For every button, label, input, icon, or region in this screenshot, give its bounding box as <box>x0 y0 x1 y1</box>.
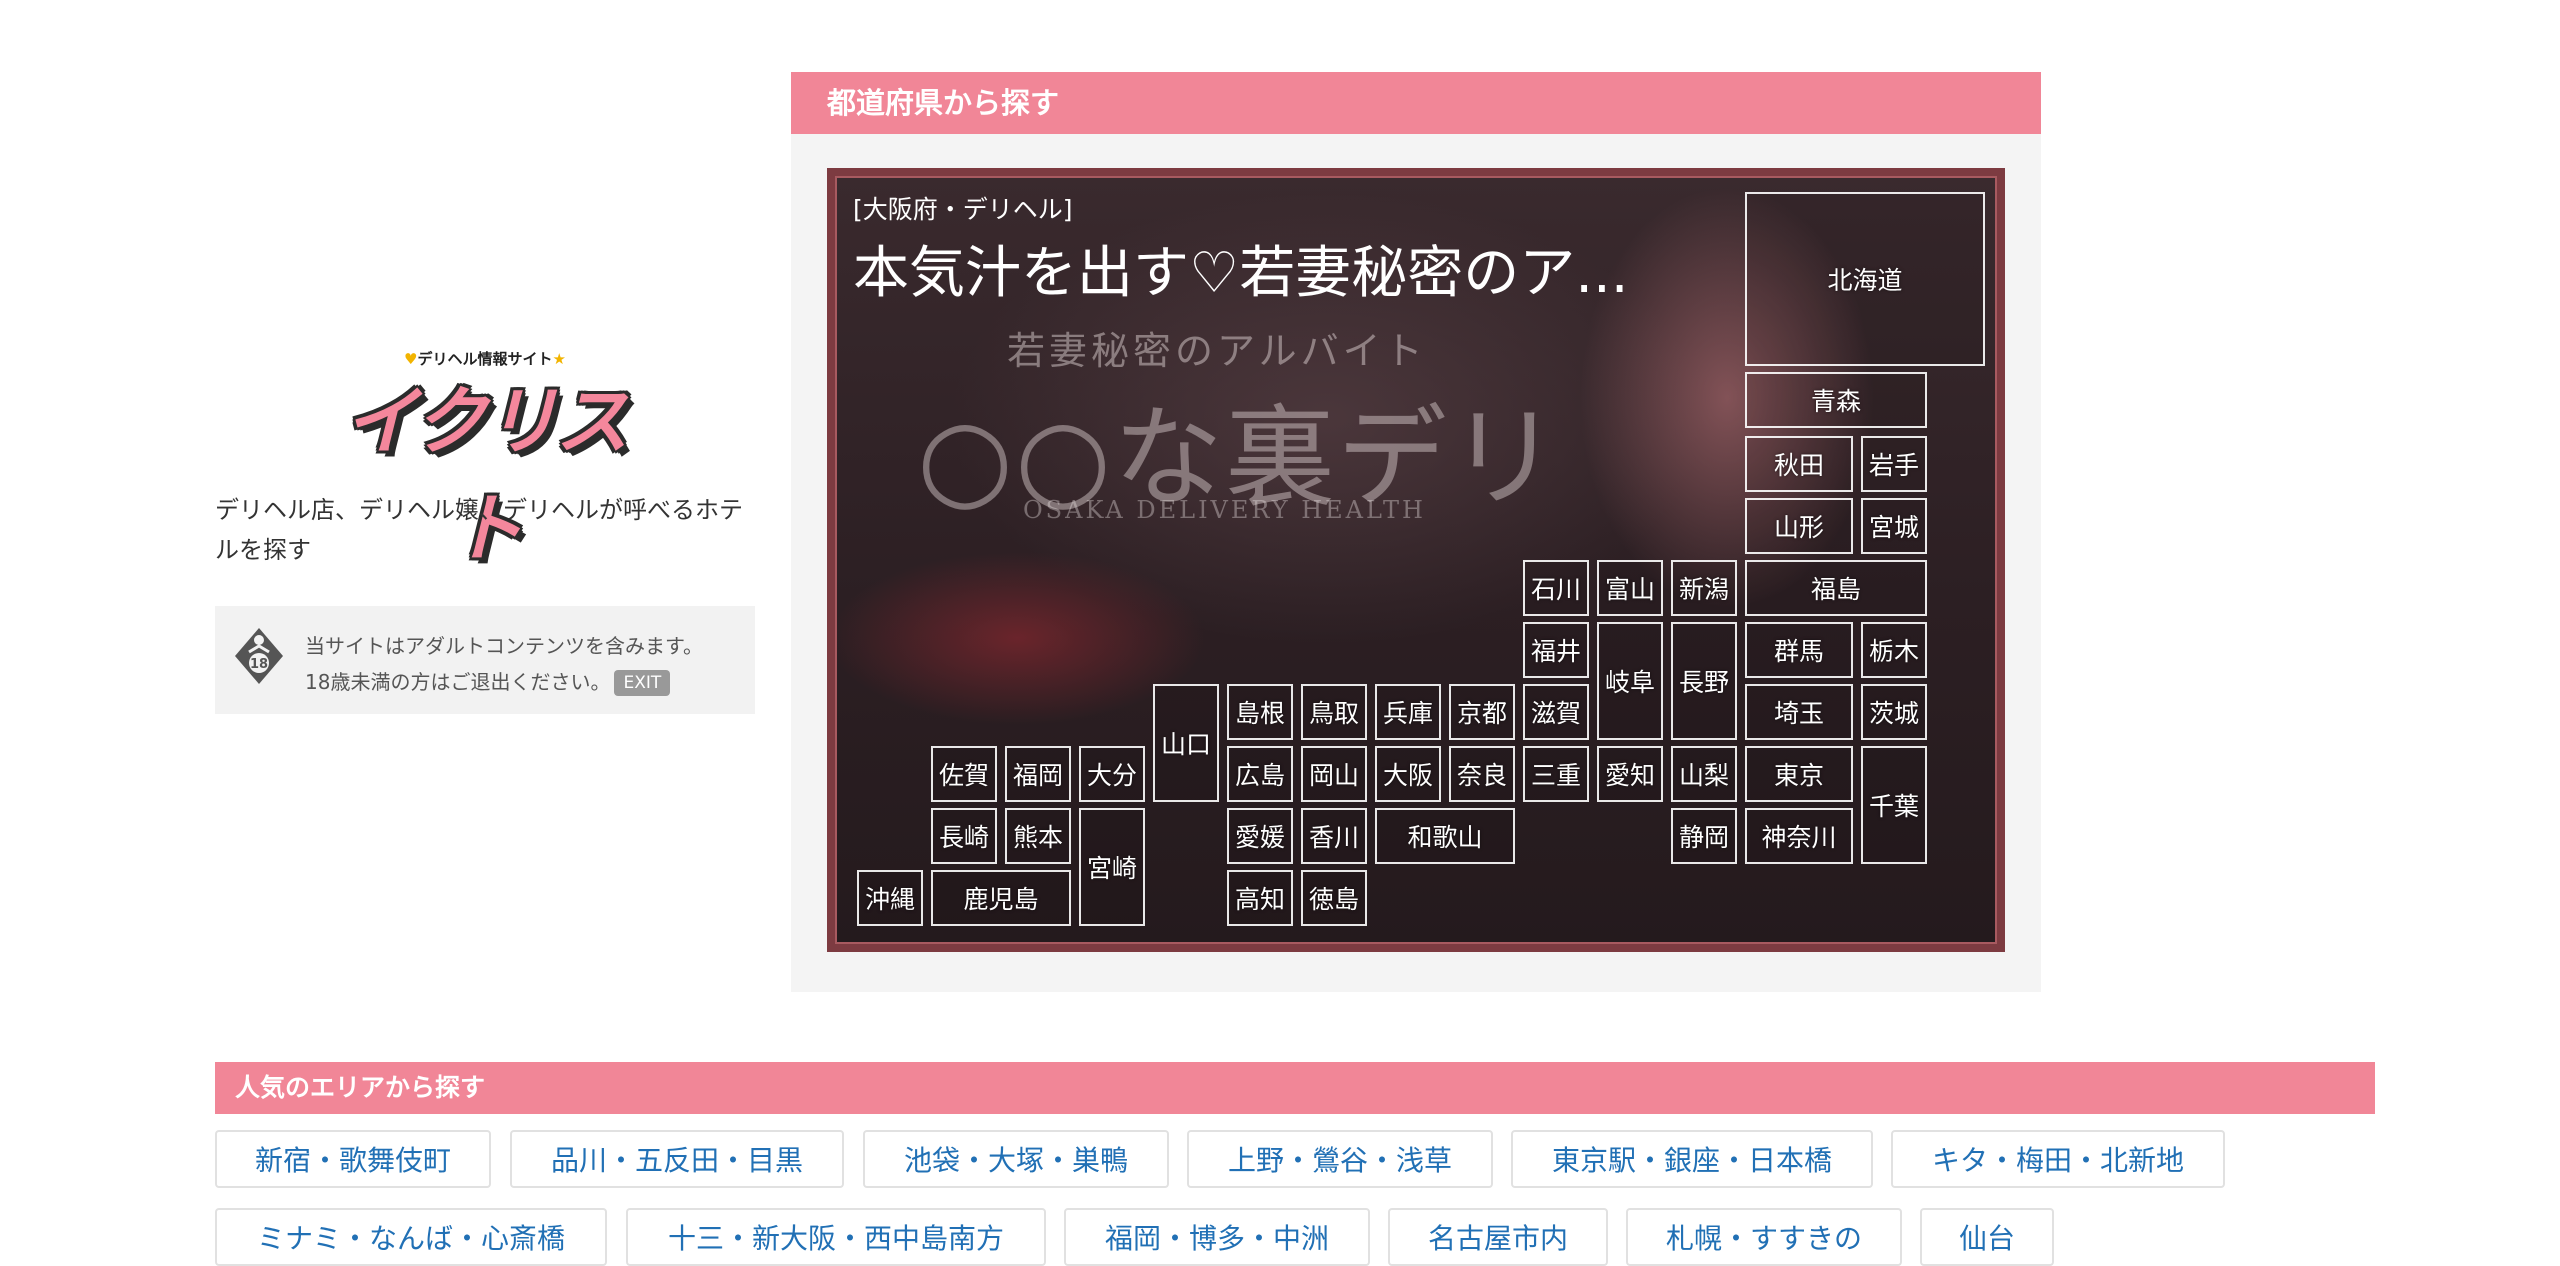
site-logo[interactable]: ♥デリヘル情報サイト★ イクリスト <box>324 348 646 572</box>
prefecture-search-panel: 都道府県から探す 若妻秘密のアルバイト ○○な裏デリ OSAKA DELIVER… <box>791 72 2041 992</box>
pref-shiga[interactable]: 滋賀 <box>1523 684 1589 740</box>
pref-hyogo[interactable]: 兵庫 <box>1375 684 1441 740</box>
area-button-ueno[interactable]: 上野・鶯谷・浅草 <box>1187 1130 1493 1188</box>
pref-iwate[interactable]: 岩手 <box>1861 436 1927 492</box>
area-button-shinjuku[interactable]: 新宿・歌舞伎町 <box>215 1130 491 1188</box>
area-button-juso[interactable]: 十三・新大阪・西中島南方 <box>626 1208 1046 1266</box>
japan-prefecture-map: 若妻秘密のアルバイト ○○な裏デリ OSAKA DELIVERY HEALTH … <box>827 168 2005 952</box>
pref-nagasaki[interactable]: 長崎 <box>931 808 997 864</box>
pref-fukuoka[interactable]: 福岡 <box>1005 746 1071 802</box>
adult-notice-text: 当サイトはアダルトコンテンツを含みます。 18歳未満の方はご退出ください。 EXI… <box>305 628 703 700</box>
pref-aichi[interactable]: 愛知 <box>1597 746 1663 802</box>
pref-toyama[interactable]: 富山 <box>1597 560 1663 616</box>
pref-akita[interactable]: 秋田 <box>1745 436 1853 492</box>
pref-saga[interactable]: 佐賀 <box>931 746 997 802</box>
pref-aomori[interactable]: 青森 <box>1745 372 1927 428</box>
pref-mie[interactable]: 三重 <box>1523 746 1589 802</box>
featured-shop-title[interactable]: 本気汁を出す♡若妻秘密のア... <box>853 228 1629 309</box>
pref-miyazaki[interactable]: 宮崎 <box>1079 808 1145 926</box>
pref-gunma[interactable]: 群馬 <box>1745 622 1853 678</box>
pref-kochi[interactable]: 高知 <box>1227 870 1293 926</box>
pref-tokushima[interactable]: 徳島 <box>1301 870 1367 926</box>
pref-shimane[interactable]: 島根 <box>1227 684 1293 740</box>
prefecture-section-title: 都道府県から探す <box>791 72 2041 134</box>
pref-kagoshima[interactable]: 鹿児島 <box>931 870 1071 926</box>
pref-gifu[interactable]: 岐阜 <box>1597 622 1663 740</box>
pref-osaka[interactable]: 大阪 <box>1375 746 1441 802</box>
pref-kyoto[interactable]: 京都 <box>1449 684 1515 740</box>
pref-shizuoka[interactable]: 静岡 <box>1671 808 1737 864</box>
pref-niigata[interactable]: 新潟 <box>1671 560 1737 616</box>
adult-notice-line1: 当サイトはアダルトコンテンツを含みます。 <box>305 634 703 658</box>
pref-okinawa[interactable]: 沖縄 <box>857 870 923 926</box>
adult-content-notice: 18 当サイトはアダルトコンテンツを含みます。 18歳未満の方はご退出ください。… <box>215 606 755 714</box>
pref-ehime[interactable]: 愛媛 <box>1227 808 1293 864</box>
pref-wakayama[interactable]: 和歌山 <box>1375 808 1515 864</box>
pref-fukui[interactable]: 福井 <box>1523 622 1589 678</box>
area-button-nagoya[interactable]: 名古屋市内 <box>1388 1208 1608 1266</box>
pref-miyagi[interactable]: 宮城 <box>1861 498 1927 554</box>
pref-nara[interactable]: 奈良 <box>1449 746 1515 802</box>
pref-tokyo[interactable]: 東京 <box>1745 746 1853 802</box>
adult-notice-line2: 18歳未満の方はご退出ください。 EXIT <box>305 664 703 700</box>
pref-nagano[interactable]: 長野 <box>1671 622 1737 740</box>
pref-kanagawa[interactable]: 神奈川 <box>1745 808 1853 864</box>
pref-ibaraki[interactable]: 茨城 <box>1861 684 1927 740</box>
area-button-fukuoka-hakata[interactable]: 福岡・博多・中洲 <box>1064 1208 1370 1266</box>
pref-ishikawa[interactable]: 石川 <box>1523 560 1589 616</box>
pref-yamagata[interactable]: 山形 <box>1745 498 1853 554</box>
banner-image-text: 若妻秘密のアルバイト <box>1007 329 1427 373</box>
age-18-restriction-icon: 18 <box>235 628 283 684</box>
pref-kagawa[interactable]: 香川 <box>1301 808 1367 864</box>
area-button-sendai[interactable]: 仙台 <box>1920 1208 2054 1266</box>
pref-okayama[interactable]: 岡山 <box>1301 746 1367 802</box>
banner-image-subtext: OSAKA DELIVERY HEALTH <box>1023 496 1426 524</box>
pref-yamanashi[interactable]: 山梨 <box>1671 746 1737 802</box>
pref-hiroshima[interactable]: 広島 <box>1227 746 1293 802</box>
area-button-ikebukuro[interactable]: 池袋・大塚・巣鴨 <box>863 1130 1169 1188</box>
pref-fukushima[interactable]: 福島 <box>1745 560 1927 616</box>
pref-hokkaido[interactable]: 北海道 <box>1745 192 1985 366</box>
pref-tottori[interactable]: 鳥取 <box>1301 684 1367 740</box>
area-button-sapporo[interactable]: 札幌・すすきの <box>1626 1208 1902 1266</box>
pref-tochigi[interactable]: 栃木 <box>1861 622 1927 678</box>
site-description: デリヘル店、デリヘル嬢、デリヘルが呼べるホテルを探す <box>215 496 743 564</box>
pref-saitama[interactable]: 埼玉 <box>1745 684 1853 740</box>
pref-oita[interactable]: 大分 <box>1079 746 1145 802</box>
area-button-tokyo-station[interactable]: 東京駅・銀座・日本橋 <box>1511 1130 1873 1188</box>
featured-shop-category[interactable]: [大阪府・デリヘル] <box>853 190 1073 226</box>
exit-button[interactable]: EXIT <box>614 670 671 696</box>
area-button-shinagawa[interactable]: 品川・五反田・目黒 <box>510 1130 844 1188</box>
pref-yamaguchi[interactable]: 山口 <box>1153 684 1219 802</box>
area-button-kita-umeda[interactable]: キタ・梅田・北新地 <box>1891 1130 2225 1188</box>
pref-kumamoto[interactable]: 熊本 <box>1005 808 1071 864</box>
age-badge-text: 18 <box>250 657 268 672</box>
pref-chiba[interactable]: 千葉 <box>1861 746 1927 864</box>
area-button-minami[interactable]: ミナミ・なんば・心斎橋 <box>215 1208 607 1266</box>
popular-areas-title: 人気のエリアから探す <box>215 1062 2375 1114</box>
